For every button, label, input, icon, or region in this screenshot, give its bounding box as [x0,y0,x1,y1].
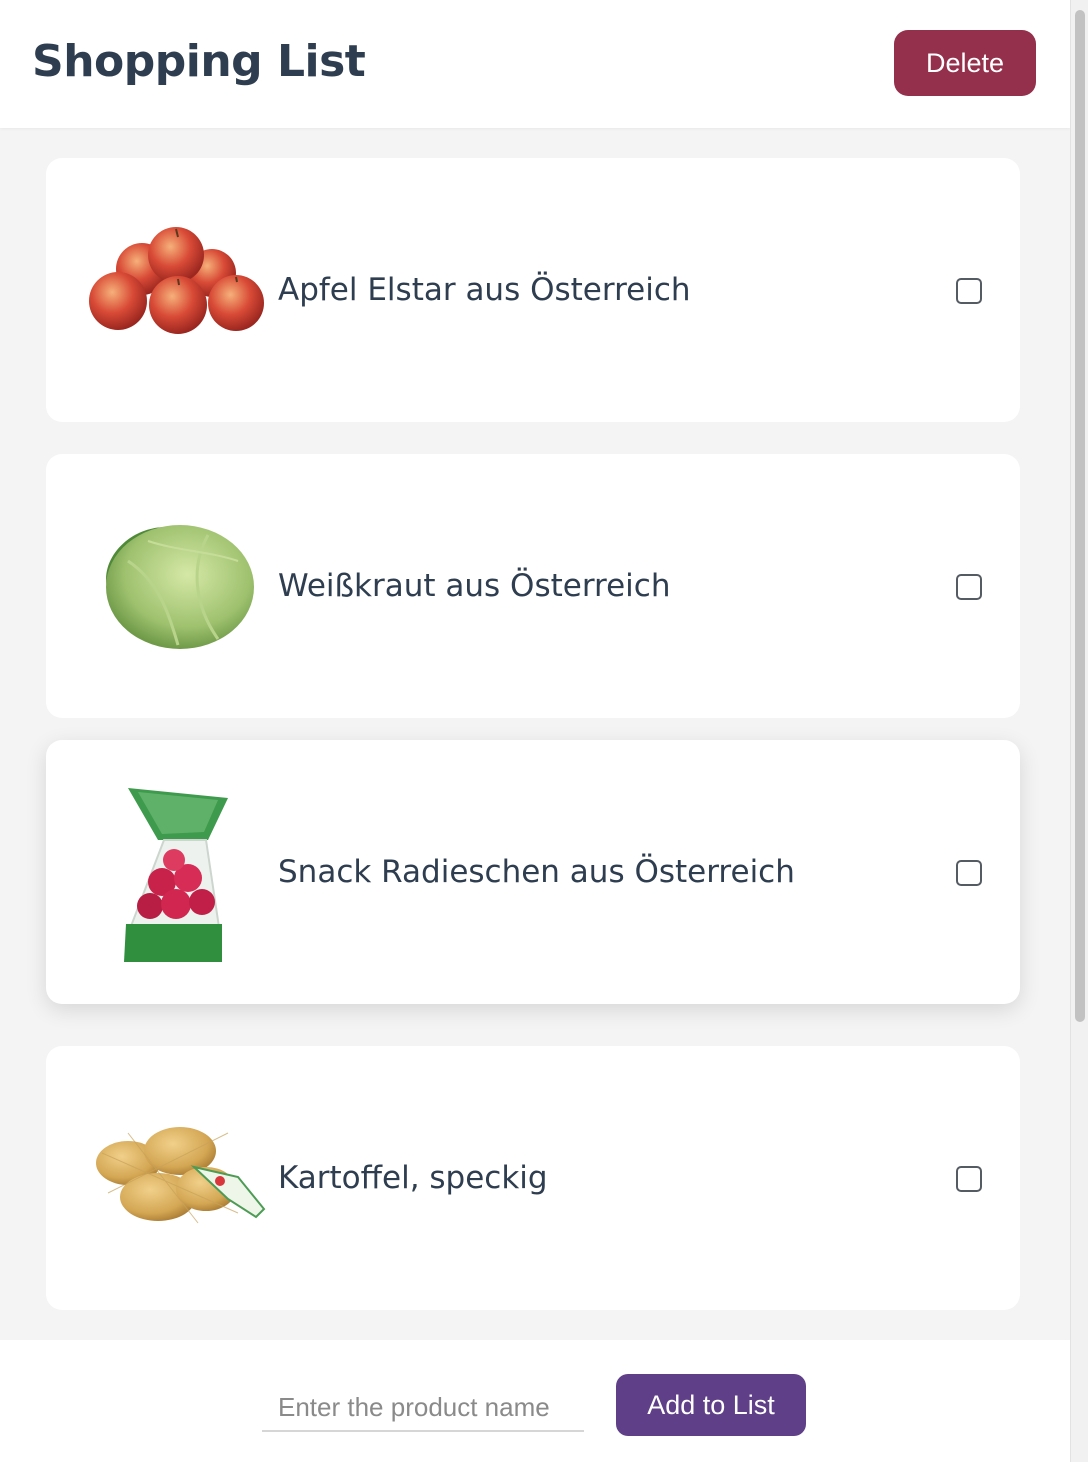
item-checkbox[interactable] [956,278,982,304]
header-bar: Shopping List Delete [0,0,1070,128]
add-to-list-button[interactable]: Add to List [616,1374,806,1436]
item-checkbox[interactable] [956,1166,982,1192]
cabbage-image [88,521,268,651]
item-checkbox[interactable] [956,860,982,886]
potatoes-net-image [88,1113,268,1243]
list-item: Kartoffel, speckig [46,1046,1020,1310]
item-name: Snack Radieschen aus Österreich [278,854,795,890]
item-checkbox[interactable] [956,574,982,600]
item-name: Kartoffel, speckig [278,1160,548,1196]
item-name: Apfel Elstar aus Österreich [278,272,691,308]
shopping-list-app: Shopping List Delete Apfel Elstar aus Ös… [0,0,1088,1462]
list-item: Snack Radieschen aus Österreich [46,740,1020,1004]
radish-bag-image [88,774,268,970]
add-item-bar: Add to List [0,1340,1070,1462]
list-item: Weißkraut aus Österreich [46,454,1020,718]
apples-image [88,225,268,355]
product-name-input[interactable] [262,1384,584,1432]
scrollbar[interactable] [1070,0,1088,1462]
list-item: Apfel Elstar aus Österreich [46,158,1020,422]
page-title: Shopping List [32,36,366,87]
item-name: Weißkraut aus Österreich [278,568,671,604]
delete-button[interactable]: Delete [894,30,1036,96]
scrollbar-thumb[interactable] [1075,10,1085,1022]
